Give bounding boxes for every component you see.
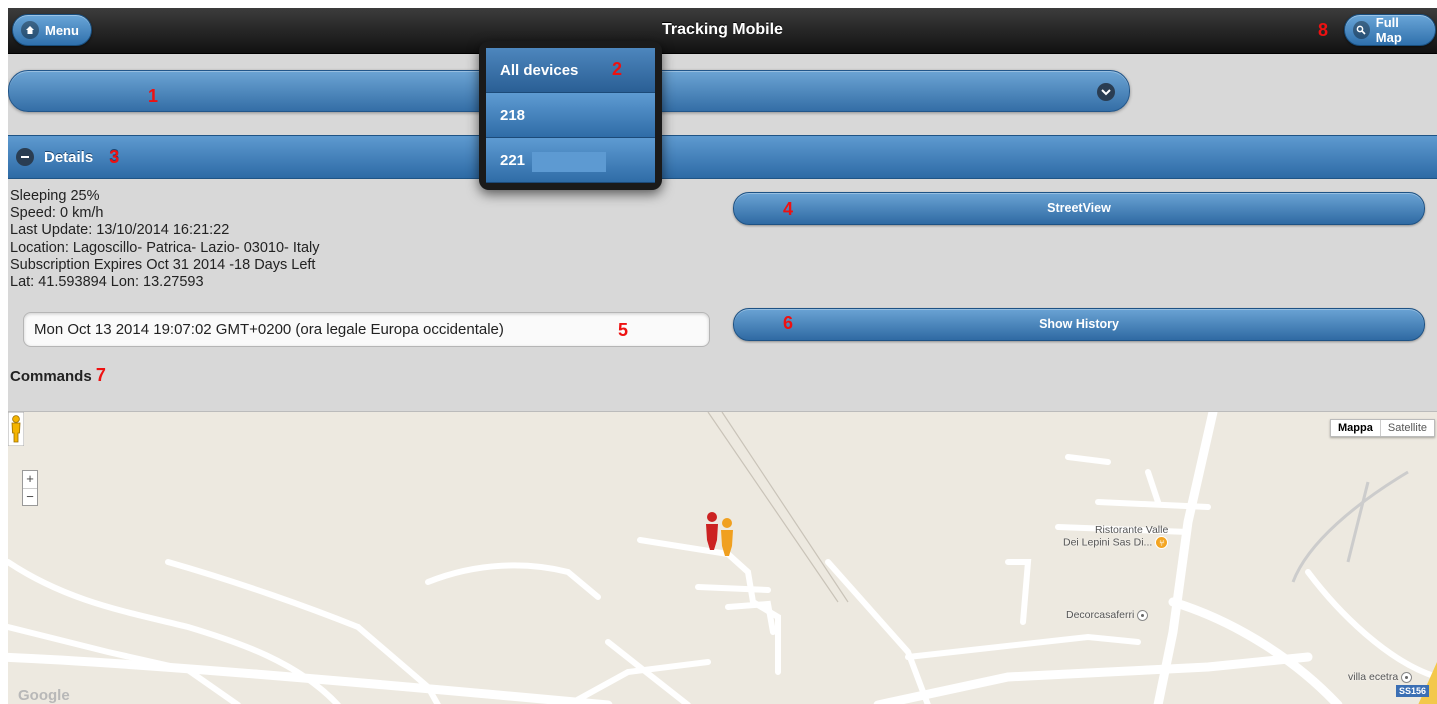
- poi-restaurant[interactable]: Ristorante Valle Dei Lepini Sas Di... ⑂: [1063, 524, 1169, 549]
- full-map-button[interactable]: Full Map: [1344, 14, 1436, 46]
- date-time-value: Mon Oct 13 2014 19:07:02 GMT+0200 (ora l…: [34, 321, 504, 338]
- map-roads: [8, 412, 1437, 704]
- info-coordinates: Lat: 41.593894 Lon: 13.27593: [10, 274, 204, 291]
- show-history-button[interactable]: Show History: [733, 308, 1425, 341]
- details-collapsible-header[interactable]: Details 3: [8, 135, 1437, 179]
- poi-decor-label: Decorcasaferri: [1066, 609, 1135, 621]
- poi-villa[interactable]: villa ecetra: [1348, 671, 1413, 683]
- poi-villa-label: villa ecetra: [1348, 671, 1399, 683]
- map-type-control: Mappa Satellite: [1330, 419, 1435, 437]
- vehicle-pins[interactable]: [706, 512, 733, 556]
- device-info: Sleeping 25% Speed: 0 km/h Last Update: …: [10, 188, 320, 291]
- info-status: Sleeping 25%: [10, 188, 100, 204]
- dropdown-option-all-devices[interactable]: All devices 2: [486, 48, 655, 93]
- full-map-button-label: Full Map: [1375, 15, 1402, 45]
- info-speed: Speed: 0 km/h: [10, 205, 104, 222]
- dropdown-option-label: 218: [500, 106, 526, 124]
- search-icon: [1353, 21, 1370, 39]
- date-time-field[interactable]: Mon Oct 13 2014 19:07:02 GMT+0200 (ora l…: [23, 312, 710, 347]
- road-badge: SS156: [1395, 685, 1429, 697]
- annotation-marker-6: 6: [783, 313, 794, 333]
- top-header: Menu Tracking Mobile 8 Full Map: [8, 8, 1437, 54]
- info-location: Location: Lagoscillo- Patrica- Lazio- 03…: [10, 239, 320, 256]
- chevron-down-icon: [1097, 83, 1115, 101]
- annotation-marker-5: 5: [618, 320, 629, 340]
- dropdown-option-221[interactable]: 221: [486, 138, 655, 183]
- collapse-icon: [16, 148, 34, 166]
- pegman-icon[interactable]: [8, 412, 24, 446]
- annotation-marker-7: 7: [95, 365, 106, 385]
- poi-restaurant-line1: Ristorante Valle: [1094, 524, 1169, 536]
- annotation-marker-3: 3: [109, 146, 120, 167]
- poi-decor[interactable]: Decorcasaferri: [1066, 609, 1149, 621]
- details-header-label: Details: [44, 148, 94, 166]
- zoom-out-button[interactable]: −: [23, 488, 37, 505]
- streetview-button-label: StreetView: [1047, 201, 1111, 215]
- annotation-marker-2: 2: [612, 59, 623, 79]
- dropdown-option-label: All devices: [500, 61, 579, 79]
- info-subscription: Subscription Expires Oct 31 2014 -18 Day…: [10, 256, 316, 273]
- poi-restaurant-line2: Dei Lepini Sas Di...: [1063, 536, 1153, 549]
- restaurant-icon: ⑂: [1155, 536, 1169, 549]
- commands-label: Commands: [10, 368, 92, 385]
- show-history-button-label: Show History: [1039, 317, 1119, 331]
- dropdown-option-label: 221: [500, 151, 526, 169]
- page-title: Tracking Mobile: [662, 21, 783, 38]
- zoom-control: + −: [22, 470, 38, 506]
- google-logo: Google: [18, 687, 70, 704]
- zoom-in-button[interactable]: +: [23, 471, 37, 488]
- place-icon: [1137, 609, 1149, 621]
- commands-heading: Commands 7: [10, 365, 106, 386]
- streetview-button[interactable]: StreetView: [733, 192, 1425, 225]
- map-type-map-button[interactable]: Mappa: [1331, 420, 1381, 436]
- annotation-marker-1: 1: [148, 86, 159, 106]
- dropdown-option-218[interactable]: 218: [486, 93, 655, 138]
- redaction-mask: [532, 152, 606, 172]
- map-type-satellite-button[interactable]: Satellite: [1381, 420, 1434, 436]
- device-dropdown-menu: All devices 2 218 221: [479, 41, 662, 190]
- annotation-marker-4: 4: [783, 199, 794, 219]
- map-view[interactable]: + − Mappa Satellite Ristorante Valle Dei…: [8, 411, 1437, 704]
- place-icon: [1401, 671, 1413, 683]
- info-last-update: Last Update: 13/10/2014 16:21:22: [10, 222, 230, 239]
- app-frame: Menu Tracking Mobile 8 Full Map 1 Detail…: [8, 8, 1437, 704]
- annotation-marker-8: 8: [1318, 20, 1329, 40]
